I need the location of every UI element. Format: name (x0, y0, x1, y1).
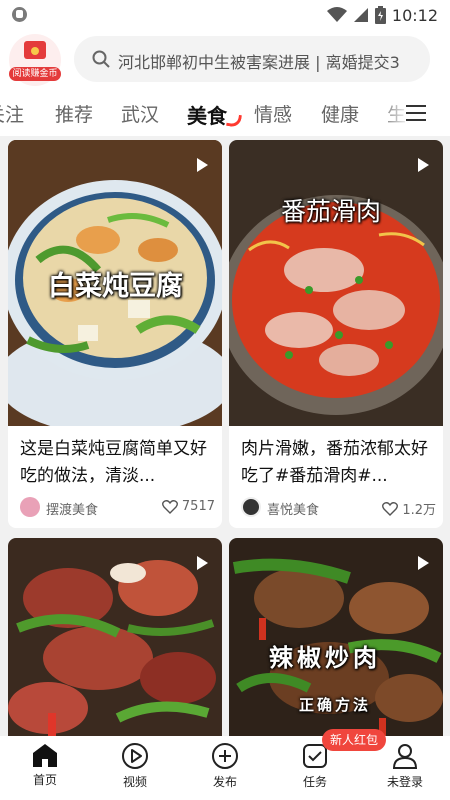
like-count: 7517 (181, 499, 215, 514)
top-header: 阅读赚金币 河北邯郸初中生被害案进展 | 离婚提交3 (0, 30, 450, 92)
nav-label: 未登录 (386, 775, 423, 789)
card-title: 肉片滑嫩，番茄浓郁太好吃了#番茄滑肉#... (241, 439, 428, 486)
wifi-icon (326, 7, 347, 22)
avatar (241, 497, 261, 517)
bottom-nav: 首页 视频 发布 任务 未登录 新人红包 (0, 729, 450, 800)
feed-card[interactable] (8, 538, 222, 736)
avatar (20, 497, 40, 517)
red-envelope-icon (24, 41, 46, 59)
tab-follow[interactable]: 关注 (0, 100, 24, 127)
search-icon (92, 50, 110, 68)
feed-card[interactable]: 辣椒炒肉 正确方法 (229, 538, 443, 736)
newcomer-red-packet-badge[interactable]: 新人红包 (322, 729, 387, 751)
tab-recommend[interactable]: 推荐 (55, 100, 93, 127)
like-button[interactable]: 7517 (161, 499, 215, 514)
add-circle-icon (212, 743, 238, 769)
nav-label: 任务 (302, 775, 327, 789)
thumbnail (8, 538, 222, 736)
nav-label: 发布 (212, 775, 237, 789)
heart-icon (161, 499, 178, 514)
video-play-icon (197, 158, 208, 172)
coin-label: 阅读赚金币 (9, 67, 61, 81)
card-title: 这是白菜炖豆腐简单又好吃的做法，清淡... (20, 439, 207, 486)
feed-card[interactable]: 白菜炖豆腐 这是白菜炖豆腐简单又好吃的做法，清淡... 摆渡美食 7517 (8, 140, 222, 528)
thumbnail-caption: 番茄滑肉 (281, 197, 382, 226)
video-play-icon (418, 556, 429, 570)
thumbnail-caption: 辣椒炒肉 (269, 644, 381, 672)
nav-label: 视频 (122, 775, 147, 789)
user-icon (392, 744, 418, 769)
feed: 白菜炖豆腐 这是白菜炖豆腐简单又好吃的做法，清淡... 摆渡美食 7517 番茄… (0, 136, 450, 736)
search-placeholder: 河北邯郸初中生被害案进展 | 离婚提交3 (118, 53, 400, 72)
nav-publish[interactable]: 发布 (190, 738, 260, 794)
tab-emotion[interactable]: 情感 (254, 100, 292, 127)
thumbnail-caption: 白菜炖豆腐 (48, 271, 183, 302)
nav-home[interactable]: 首页 (10, 738, 80, 794)
like-button[interactable]: 1.2万 (382, 499, 436, 518)
thumbnail: 番茄滑肉 (229, 140, 443, 426)
tab-health[interactable]: 健康 (321, 100, 359, 127)
like-count: 1.2万 (402, 503, 436, 518)
video-play-icon (197, 556, 208, 570)
nav-video[interactable]: 视频 (100, 738, 170, 794)
thumbnail-subcaption: 正确方法 (299, 696, 372, 714)
battery-icon (374, 6, 386, 24)
video-play-icon (418, 158, 429, 172)
signal-icon (353, 8, 368, 22)
search-bar[interactable]: 河北邯郸初中生被害案进展 | 离婚提交3 (74, 36, 430, 82)
category-tabs: 关注 推荐 武汉 美食 情感 健康 生 (0, 92, 450, 136)
home-icon (33, 744, 57, 767)
read-earn-coins-button[interactable]: 阅读赚金币 (9, 34, 61, 86)
active-tab-indicator (225, 112, 243, 129)
menu-icon[interactable] (406, 105, 426, 122)
nav-label: 首页 (32, 773, 57, 787)
thumbnail: 辣椒炒肉 正确方法 (229, 538, 443, 736)
tab-wuhan[interactable]: 武汉 (121, 100, 159, 127)
shield-icon (12, 7, 27, 22)
author-name: 喜悦美食 (267, 503, 320, 518)
tab-food[interactable]: 美食 (187, 100, 227, 129)
video-play-icon (122, 743, 148, 769)
feed-card[interactable]: 番茄滑肉 肉片滑嫩，番茄浓郁太好吃了#番茄滑肉#... 喜悦美食 1.2万 (229, 140, 443, 528)
heart-icon (382, 501, 399, 516)
thumbnail: 白菜炖豆腐 (8, 140, 222, 426)
clock: 10:12 (391, 5, 438, 25)
status-bar: 10:12 (0, 0, 450, 30)
author-name: 摆渡美食 (46, 503, 99, 518)
